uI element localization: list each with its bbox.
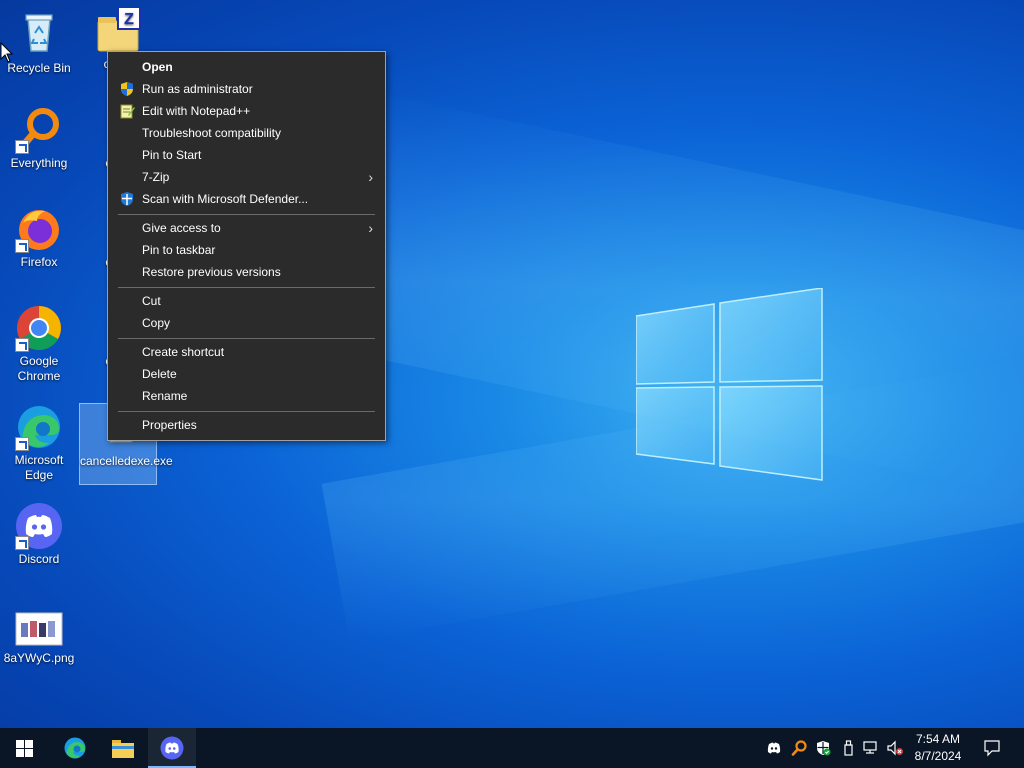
svg-text:Z: Z xyxy=(124,11,134,28)
menu-item-label: Rename xyxy=(142,389,188,403)
windows-start-icon xyxy=(16,740,33,757)
shortcut-arrow-icon xyxy=(15,437,29,451)
taskbar-edge-button[interactable] xyxy=(51,728,99,768)
desktop-icon-microsoft-edge[interactable]: Microsoft Edge xyxy=(1,403,77,483)
menu-item-rename[interactable]: Rename xyxy=(108,385,385,407)
submenu-arrow-icon: › xyxy=(368,169,373,185)
desktop-icon-label: Discord xyxy=(18,552,60,566)
menu-item-pin-to-taskbar[interactable]: Pin to taskbar xyxy=(108,239,385,261)
everything-tray-icon[interactable] xyxy=(791,740,807,756)
uac-shield-icon xyxy=(121,82,133,96)
menu-separator xyxy=(118,411,375,412)
defender-icon xyxy=(121,192,133,206)
menu-item-label: Copy xyxy=(142,316,171,330)
menu-item-cut[interactable]: Cut xyxy=(108,290,385,312)
folder-icon xyxy=(112,740,134,758)
discord-icon xyxy=(160,736,184,760)
desktop-icon-label: cancelledexe.exe xyxy=(80,454,173,468)
discord-tray-icon[interactable] xyxy=(766,740,782,756)
notification-center-icon[interactable] xyxy=(983,739,1001,757)
firefox-icon xyxy=(15,205,63,253)
taskbar-discord-button[interactable] xyxy=(148,728,196,768)
usb-tray-icon[interactable] xyxy=(840,740,856,756)
network-tray-icon[interactable] xyxy=(863,740,879,756)
recycle-bin-icon xyxy=(25,14,53,52)
windows-logo-wallpaper xyxy=(636,288,823,481)
menu-separator xyxy=(118,338,375,339)
menu-item-7zip[interactable]: 7-Zip › xyxy=(108,166,385,188)
taskbar-file-explorer-button[interactable] xyxy=(99,728,147,768)
menu-item-label: Create shortcut xyxy=(142,345,225,359)
menu-item-edit-with-notepadpp[interactable]: Edit with Notepad++ xyxy=(108,100,385,122)
menu-item-label: Give access to xyxy=(142,221,221,235)
everything-search-icon xyxy=(15,106,63,154)
edge-icon xyxy=(64,737,86,759)
image-thumbnail-icon xyxy=(15,601,63,649)
desktop-icon-label: Google Chrome xyxy=(17,354,61,383)
menu-item-properties[interactable]: Properties xyxy=(108,414,385,436)
menu-item-give-access-to[interactable]: Give access to › xyxy=(108,217,385,239)
desktop-icon-label: Microsoft Edge xyxy=(14,453,64,482)
discord-icon xyxy=(15,502,63,550)
menu-item-open[interactable]: Open xyxy=(108,56,385,78)
clock-date: 8/7/2024 xyxy=(914,749,962,763)
menu-item-label: Cut xyxy=(142,294,161,308)
edge-icon xyxy=(15,403,63,451)
menu-item-scan-with-defender[interactable]: Scan with Microsoft Defender... xyxy=(108,188,385,210)
context-menu: Open Run as administrator Edit with Note… xyxy=(107,51,386,441)
menu-item-copy[interactable]: Copy xyxy=(108,312,385,334)
shortcut-arrow-icon xyxy=(15,338,29,352)
shortcut-arrow-icon xyxy=(15,239,29,253)
menu-item-label: Pin to Start xyxy=(142,148,202,162)
desktop-icon-label: 8aYWyC.png xyxy=(3,651,75,665)
desktop-icon-firefox[interactable]: Firefox xyxy=(1,205,77,270)
menu-item-label: Edit with Notepad++ xyxy=(142,104,251,118)
menu-item-run-as-administrator[interactable]: Run as administrator xyxy=(108,78,385,100)
notepadpp-icon xyxy=(120,104,135,119)
desktop-icon-png-file[interactable]: 8aYWyC.png xyxy=(1,601,77,666)
shortcut-arrow-icon xyxy=(15,140,29,154)
menu-item-label: Pin to taskbar xyxy=(142,243,216,257)
desktop-icon-discord[interactable]: Discord xyxy=(1,502,77,567)
chrome-icon xyxy=(15,304,63,352)
taskbar: 7:54 AM 8/7/2024 xyxy=(0,728,1024,768)
menu-item-label: 7-Zip xyxy=(142,170,170,184)
volume-muted-tray-icon[interactable] xyxy=(887,740,903,756)
menu-item-label: Open xyxy=(142,60,173,74)
clock-time: 7:54 AM xyxy=(915,732,961,746)
desktop-icon-google-chrome[interactable]: Google Chrome xyxy=(1,304,77,384)
menu-separator xyxy=(118,214,375,215)
menu-item-restore-previous-versions[interactable]: Restore previous versions xyxy=(108,261,385,283)
desktop-icon-everything[interactable]: Everything xyxy=(1,106,77,171)
menu-separator xyxy=(118,287,375,288)
menu-item-label: Troubleshoot compatibility xyxy=(142,126,281,140)
menu-item-pin-to-start[interactable]: Pin to Start xyxy=(108,144,385,166)
winzip-archive-icon: Z xyxy=(94,6,142,55)
start-button[interactable] xyxy=(0,728,48,768)
desktop-icon-label: Everything xyxy=(10,156,68,170)
menu-item-troubleshoot-compatibility[interactable]: Troubleshoot compatibility xyxy=(108,122,385,144)
menu-item-delete[interactable]: Delete xyxy=(108,363,385,385)
menu-item-label: Delete xyxy=(142,367,177,381)
desktop-icon-label: Firefox xyxy=(20,255,58,269)
menu-item-label: Properties xyxy=(142,418,197,432)
menu-item-label: Restore previous versions xyxy=(142,265,281,279)
defender-tray-icon[interactable] xyxy=(815,740,831,756)
shortcut-arrow-icon xyxy=(15,536,29,550)
menu-item-label: Scan with Microsoft Defender... xyxy=(142,192,309,206)
submenu-arrow-icon: › xyxy=(368,220,373,236)
mouse-cursor-icon xyxy=(0,42,14,63)
menu-item-label: Run as administrator xyxy=(142,82,253,96)
menu-item-create-shortcut[interactable]: Create shortcut xyxy=(108,341,385,363)
taskbar-clock[interactable]: 7:54 AM 8/7/2024 xyxy=(908,731,968,765)
